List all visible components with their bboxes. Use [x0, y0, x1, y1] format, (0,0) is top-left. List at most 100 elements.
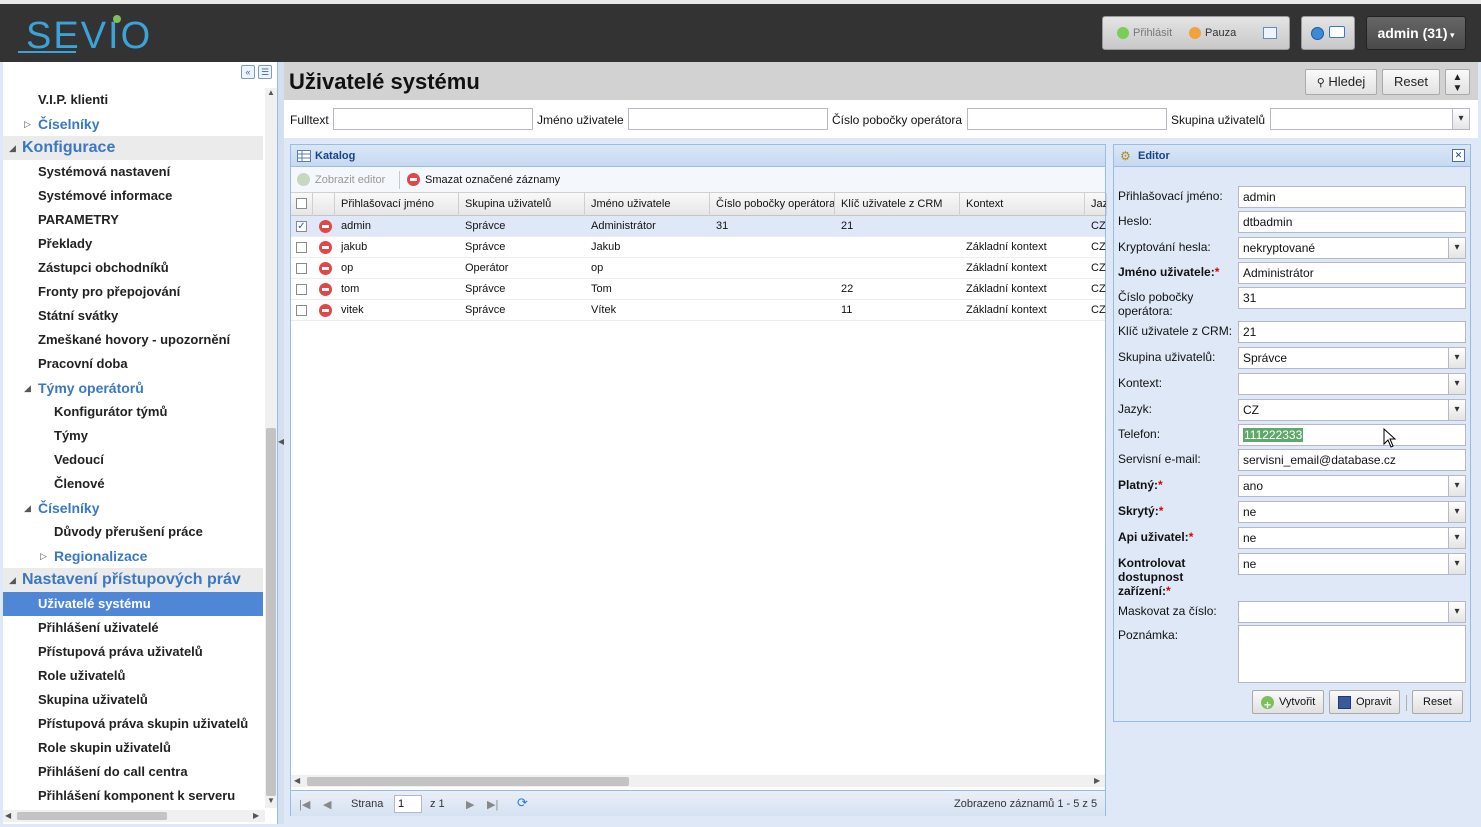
sidebar-item[interactable]: Přístupová práva skupin uživatelů — [3, 712, 263, 736]
row-checkbox[interactable] — [296, 305, 307, 316]
delete-row-icon[interactable] — [319, 304, 332, 317]
sidebar-item[interactable]: Zmeškané hovory - upozornění — [3, 328, 263, 352]
delete-row-icon[interactable] — [319, 283, 332, 296]
sidebar-item[interactable]: ▷ Číselníky — [3, 112, 263, 136]
sidebar-item[interactable]: Týmy — [3, 424, 263, 448]
field-input[interactable]: servisni_email@database.cz — [1238, 449, 1466, 471]
field-select[interactable]: ne — [1238, 553, 1466, 575]
create-button[interactable]: Vytvořit — [1252, 690, 1325, 716]
table-row[interactable]: ✓ admin Správce Administrátor 31 21 CZ — [291, 216, 1106, 237]
row-checkbox[interactable] — [296, 284, 307, 295]
sidebar-item[interactable]: Zástupci obchodníků — [3, 256, 263, 280]
delete-row-icon[interactable] — [319, 262, 332, 275]
column-header[interactable]: Číslo pobočky operátora — [710, 193, 835, 216]
save-button[interactable]: Opravit — [1329, 690, 1401, 714]
scroll-down-icon[interactable]: ▼ — [267, 796, 275, 805]
scroll-up-icon[interactable]: ▲ — [267, 88, 275, 97]
collapse-arrow-icon[interactable]: ◢ — [24, 496, 31, 520]
sidebar-item[interactable]: Překlady — [3, 232, 263, 256]
column-header[interactable]: Kontext — [960, 193, 1085, 216]
sidebar-item[interactable]: ◢ Konfigurace — [3, 136, 263, 160]
catalog-horizontal-scrollbar[interactable]: ◀ ▶ — [291, 775, 1105, 787]
field-input[interactable]: 21 — [1238, 321, 1466, 343]
table-row[interactable]: jakub Správce Jakub Základní kontext CZ — [291, 237, 1106, 258]
sidebar-item[interactable]: Systémová nastavení — [3, 160, 263, 184]
row-checkbox[interactable]: ✓ — [296, 221, 307, 232]
sidebar-item[interactable]: Uživatelé systému — [3, 592, 263, 616]
sidebar-item[interactable]: Systémové informace — [3, 184, 263, 208]
sidebar-item[interactable]: Důvody přerušení práce — [3, 520, 263, 544]
login-button[interactable]: Přihlásit — [1117, 27, 1172, 39]
show-editor-button[interactable]: Zobrazit editor — [297, 173, 385, 186]
field-input[interactable]: 31 — [1238, 287, 1466, 309]
editor-reset-button[interactable]: Reset — [1412, 690, 1463, 714]
sidebar-item[interactable]: Přihlášení uživatelé — [3, 616, 263, 640]
sidebar-item[interactable]: Konfigurátor týmů — [3, 400, 263, 424]
close-icon[interactable]: ✕ — [1452, 149, 1465, 162]
field-select[interactable]: nekryptované — [1238, 237, 1466, 259]
collapse-arrow-icon[interactable]: ◢ — [24, 376, 31, 400]
sidebar-item[interactable]: ◢ Číselníky — [3, 496, 263, 520]
group-filter-select[interactable] — [1270, 108, 1470, 130]
fulltext-input[interactable] — [333, 108, 533, 130]
scroll-left-icon[interactable]: ◀ — [294, 776, 300, 785]
column-header[interactable]: Jaz — [1085, 193, 1107, 216]
field-select[interactable]: ne — [1238, 527, 1466, 549]
field-input[interactable]: 111222333 — [1238, 424, 1466, 446]
sidebar-item[interactable]: PARAMETRY — [3, 208, 263, 232]
expand-arrow-icon[interactable]: ▷ — [40, 544, 47, 568]
expand-arrow-icon[interactable]: ▷ — [24, 112, 31, 136]
sidebar-item[interactable]: Skupina uživatelů — [3, 688, 263, 712]
scroll-right-icon[interactable]: ▶ — [1094, 776, 1100, 785]
delete-row-icon[interactable] — [319, 241, 332, 254]
delete-row-icon[interactable] — [319, 220, 332, 233]
sidebar-item[interactable]: ◢ Nastavení přístupových práv — [3, 568, 263, 592]
catalog-hscroll-thumb[interactable] — [307, 777, 629, 786]
sidebar-item[interactable]: Role uživatelů — [3, 664, 263, 688]
sidebar-horizontal-scrollbar[interactable]: ◀ ▶ — [3, 810, 265, 822]
field-select[interactable]: CZ — [1238, 399, 1466, 421]
username-filter-input[interactable] — [628, 108, 828, 130]
search-button[interactable]: ⚲ Hledej — [1305, 69, 1377, 95]
page-number-input[interactable]: 1 — [394, 795, 422, 813]
sidebar-item[interactable]: Role skupin uživatelů — [3, 736, 263, 760]
sidebar-item[interactable]: Členové — [3, 472, 263, 496]
select-all-column[interactable] — [291, 193, 313, 216]
sidebar-item[interactable]: Přístupová práva uživatelů — [3, 640, 263, 664]
table-row[interactable]: tom Správce Tom 22 Základní kontext CZ — [291, 279, 1106, 300]
field-input[interactable]: admin — [1238, 186, 1466, 208]
scroll-left-icon[interactable]: ◀ — [5, 811, 11, 820]
sidebar-item[interactable]: ◢ Týmy operátorů — [3, 376, 263, 400]
reset-button[interactable]: Reset — [1382, 69, 1440, 95]
field-input[interactable]: Administrátor — [1238, 262, 1466, 284]
first-page-icon[interactable]: |◀ — [299, 798, 310, 811]
select-all-checkbox[interactable] — [296, 198, 307, 209]
tree-view-icon[interactable]: ☰ — [258, 65, 272, 79]
collapse-arrow-icon[interactable]: ◢ — [9, 136, 16, 160]
delete-marked-button[interactable]: Smazat označené záznamy — [407, 173, 560, 186]
last-page-icon[interactable]: ▶| — [487, 798, 498, 811]
calendar-icon[interactable] — [1263, 27, 1277, 39]
sidebar-item[interactable]: Pracovní doba — [3, 352, 263, 376]
collapse-all-icon[interactable]: « — [241, 65, 255, 79]
field-select[interactable]: Správce — [1238, 347, 1466, 369]
sidebar-item[interactable]: ▷ Regionalizace — [3, 544, 263, 568]
refresh-icon[interactable]: ⟳ — [517, 795, 528, 811]
table-row[interactable]: op Operátor op Základní kontext CZ — [291, 258, 1106, 279]
field-input[interactable]: dtbadmin — [1238, 211, 1466, 233]
column-header[interactable]: Jméno uživatele — [585, 193, 710, 216]
chat-icon[interactable] — [1329, 26, 1345, 38]
column-header[interactable]: Skupina uživatelů — [459, 193, 585, 216]
globe-icon[interactable] — [1311, 27, 1324, 40]
sort-toggle-icon[interactable]: ▲ ▼ — [1445, 69, 1470, 95]
collapse-arrow-icon[interactable]: ◢ — [9, 568, 16, 592]
table-row[interactable]: vitek Správce Vítek 11 Základní kontext CZ — [291, 300, 1106, 321]
user-menu-button[interactable]: admin (31) ▾ — [1366, 16, 1466, 50]
sidebar-vertical-scrollbar[interactable]: ▲ ▼ — [265, 88, 277, 808]
sidebar-scroll-thumb[interactable] — [266, 428, 276, 796]
sidebar-hscroll-thumb[interactable] — [17, 812, 167, 820]
sidebar-item[interactable]: V.I.P. klienti — [3, 88, 263, 112]
row-checkbox[interactable] — [296, 242, 307, 253]
note-textarea[interactable] — [1238, 625, 1466, 683]
field-select[interactable]: ne — [1238, 501, 1466, 523]
